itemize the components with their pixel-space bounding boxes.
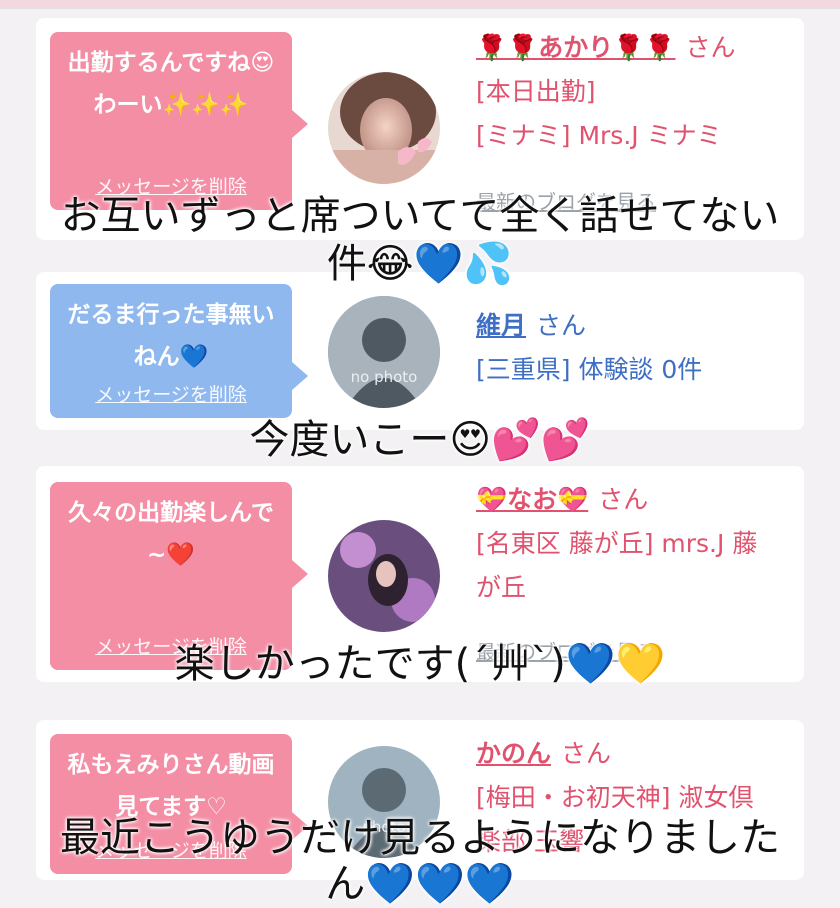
caption-overlay: 楽しかったです(´艸`)💙💛 — [174, 641, 666, 687]
message-text: だるま行った事無いねん💙 — [67, 302, 275, 370]
honorific: さん — [561, 739, 612, 768]
shop-info: [名東区 藤が丘] mrs.J 藤が丘 — [476, 529, 758, 602]
status-text: [本日出勤] — [476, 77, 596, 106]
no-photo-label: no photo — [350, 368, 418, 386]
message-text: 私もえみりさん動画見てます♡ — [67, 752, 275, 820]
caption-overlay: 件😂💙💦 — [326, 241, 514, 287]
honorific: さん — [598, 485, 649, 514]
profile-name-link[interactable]: 💝なお💝 — [476, 485, 588, 514]
message-bubble: だるま行った事無いねん💙 メッセージを削除 — [50, 284, 308, 418]
message-bubble: 出勤するんですね😍わーい✨✨✨ メッセージを削除 — [50, 32, 308, 210]
honorific: さん — [536, 311, 587, 340]
avatar[interactable] — [328, 72, 440, 184]
profile-name-link[interactable]: 🌹🌹あかり🌹🌹 — [476, 33, 676, 62]
profile-name-link[interactable]: 維月 — [476, 311, 526, 340]
profile-name-link[interactable]: かのん — [476, 739, 551, 768]
avatar-photo — [328, 520, 440, 632]
message-card: だるま行った事無いねん💙 メッセージを削除 no photo 維月 さん [三重県… — [36, 272, 804, 430]
caption-overlay: 最近こうゆうだけ見るようになりました — [60, 815, 780, 861]
caption-overlay: ん💙💙💙 — [325, 861, 515, 907]
profile-info: 維月 さん [三重県] 体験談 0件 — [476, 304, 776, 392]
profile-info: 💝なお💝 さん [名東区 藤が丘] mrs.J 藤が丘 — [476, 478, 776, 610]
caption-overlay: 今度いこー😍💕💕 — [249, 417, 591, 463]
shop-info: [三重県] 体験談 0件 — [476, 355, 703, 384]
avatar-photo — [328, 72, 440, 184]
profile-info: 🌹🌹あかり🌹🌹 さん [本日出勤] [ミナミ] Mrs.J ミナミ — [476, 26, 776, 158]
delete-message-link[interactable]: メッセージを削除 — [50, 384, 292, 406]
avatar[interactable] — [328, 520, 440, 632]
honorific: さん — [685, 33, 736, 62]
no-photo-icon — [328, 296, 440, 408]
shop-info: [ミナミ] Mrs.J ミナミ — [476, 121, 722, 150]
avatar[interactable]: no photo — [328, 296, 440, 408]
message-text: 出勤するんですね😍わーい✨✨✨ — [67, 50, 275, 118]
caption-overlay: お互いずっと席ついてて全く話せてない — [60, 193, 780, 239]
message-text: 久々の出勤楽しんで~❤️ — [68, 500, 274, 568]
top-bar — [0, 0, 840, 9]
